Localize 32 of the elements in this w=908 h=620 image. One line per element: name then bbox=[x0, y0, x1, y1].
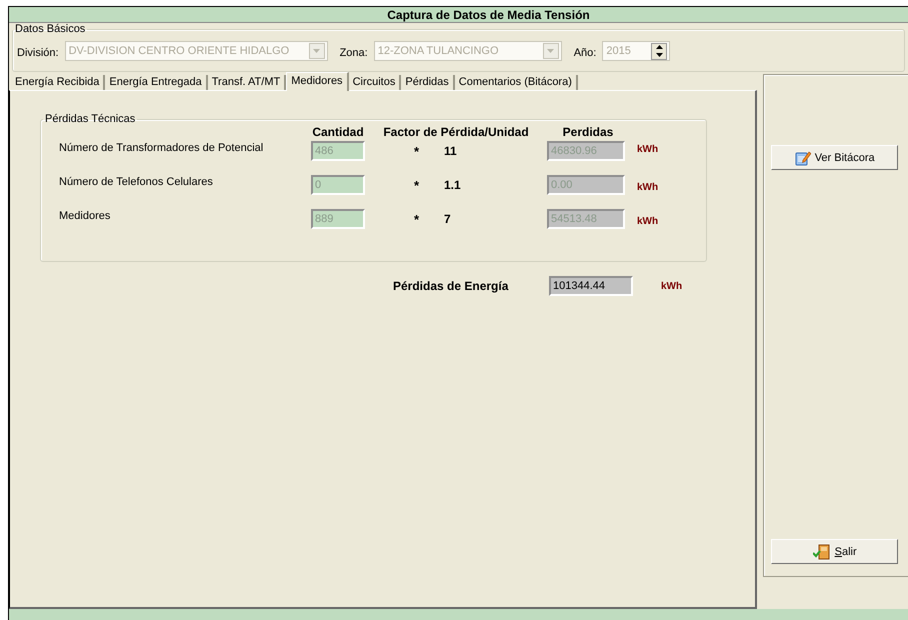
notepad-pencil-icon bbox=[794, 150, 811, 166]
column-header: Factor de Pérdida/Unidad bbox=[382, 125, 530, 139]
door-exit-icon bbox=[812, 544, 831, 560]
column-header: Perdidas bbox=[562, 125, 614, 139]
multiply-sign: * bbox=[413, 144, 420, 158]
exit-button[interactable]: Salir bbox=[771, 539, 898, 564]
factor-value: 1.1 bbox=[444, 178, 462, 192]
total-label: Pérdidas de Energía bbox=[393, 279, 510, 293]
field-label: Año: bbox=[574, 47, 596, 59]
unit-label: kWh bbox=[637, 144, 660, 154]
field-label: Zona: bbox=[340, 47, 368, 59]
log-button[interactable]: Ver Bitácora bbox=[771, 145, 898, 170]
window-title: Captura de Datos de Media Tensión bbox=[387, 8, 590, 22]
unit-label: kWh bbox=[637, 216, 660, 226]
row-label: Número de Transformadores de Potencial bbox=[59, 142, 264, 154]
group-title: Pérdidas Técnicas bbox=[44, 113, 136, 125]
dropdown-arrow-icon bbox=[313, 49, 320, 53]
total-field[interactable]: 101344.44 bbox=[549, 276, 633, 296]
row-label: Medidores bbox=[59, 210, 112, 222]
factor-value: 7 bbox=[444, 212, 452, 226]
multiply-sign: * bbox=[413, 212, 420, 226]
unit-label: kWh bbox=[661, 280, 682, 292]
factor-value: 11 bbox=[444, 144, 458, 158]
multiply-sign: * bbox=[413, 178, 420, 192]
dropdown-arrow-icon bbox=[547, 49, 554, 53]
row-label: Número de Telefonos Celulares bbox=[59, 176, 214, 188]
tab[interactable]: Circuitos bbox=[348, 75, 402, 90]
group-title: Datos Básicos bbox=[14, 23, 86, 35]
column-header: Cantidad bbox=[311, 125, 365, 139]
tab[interactable]: Medidores bbox=[286, 72, 349, 91]
field-label: División: bbox=[17, 47, 59, 59]
unit-label: kWh bbox=[637, 182, 660, 192]
